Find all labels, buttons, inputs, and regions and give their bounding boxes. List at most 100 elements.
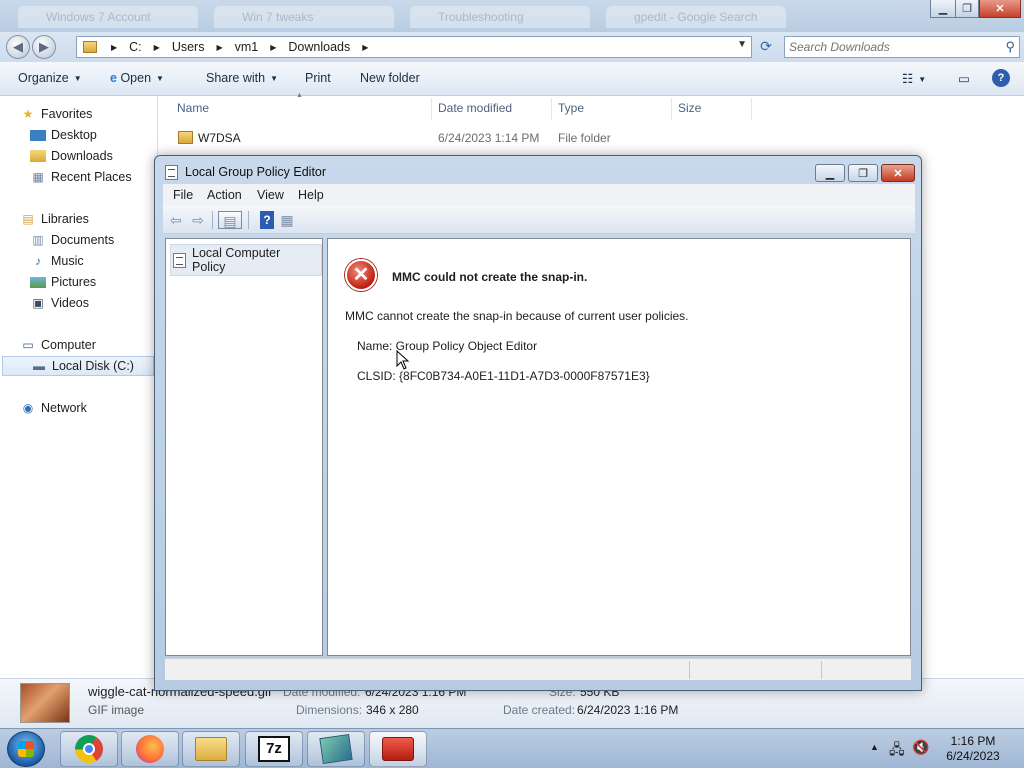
- nav-videos[interactable]: ▣ Videos: [30, 293, 89, 313]
- nav-local-disk[interactable]: ▬ Local Disk (C:): [2, 356, 154, 376]
- taskbar-firefox[interactable]: [121, 731, 179, 767]
- clock-time: 1:16 PM: [950, 734, 996, 748]
- menu-action[interactable]: Action: [207, 188, 242, 202]
- share-with-label: Share with: [206, 71, 266, 85]
- taskbar-toolbox[interactable]: [369, 731, 427, 767]
- column-date-modified[interactable]: Date modified: [438, 101, 512, 115]
- forward-arrow-icon[interactable]: ⇨: [188, 211, 208, 229]
- nav-computer[interactable]: ▭ Computer: [20, 335, 96, 355]
- nav-network[interactable]: ◉ Network: [20, 398, 87, 418]
- mmc-icon: [319, 734, 353, 764]
- minimize-button[interactable]: ▁: [930, 0, 956, 18]
- clock[interactable]: 1:16 PM 6/24/2023: [930, 734, 1016, 764]
- nav-libraries[interactable]: ▤ Libraries: [20, 209, 89, 229]
- help-icon[interactable]: ?: [992, 69, 1010, 87]
- menu-help[interactable]: Help: [298, 188, 324, 202]
- search-icon[interactable]: ⚲: [1005, 39, 1015, 55]
- mmc-maximize-button[interactable]: ❐: [848, 164, 878, 182]
- nav-label: Computer: [41, 338, 96, 352]
- breadcrumb-downloads[interactable]: Downloads: [284, 40, 354, 54]
- error-icon: ✕: [345, 259, 377, 291]
- breadcrumb-vm1[interactable]: vm1: [231, 40, 263, 54]
- navigation-pane: ★ Favorites Desktop Downloads ▦ Recent Pla…: [0, 96, 158, 678]
- column-divider[interactable]: [671, 98, 672, 120]
- share-with-button[interactable]: Share with ▼: [206, 71, 278, 85]
- nav-favorites[interactable]: ★ Favorites: [20, 104, 93, 124]
- mmc-close-button[interactable]: ✕: [881, 164, 915, 182]
- toolbar-divider: [248, 211, 249, 229]
- forward-button[interactable]: ▶: [32, 35, 56, 59]
- volume-muted-icon[interactable]: 🔇: [912, 739, 929, 756]
- search-input[interactable]: [785, 37, 991, 57]
- show-hidden-icons-icon[interactable]: ▲: [870, 742, 879, 752]
- show-hide-console-tree-icon[interactable]: ▤: [218, 211, 242, 229]
- nav-documents[interactable]: ▥ Documents: [30, 230, 114, 250]
- pictures-icon: [30, 276, 46, 288]
- view-options-icon[interactable]: ☷ ▼: [902, 71, 926, 86]
- breadcrumb-arrow-icon[interactable]: ▶: [146, 43, 168, 52]
- breadcrumb-c[interactable]: C:: [125, 40, 146, 54]
- organize-button[interactable]: Organize ▼: [18, 71, 82, 85]
- column-divider[interactable]: [751, 98, 752, 120]
- nav-downloads[interactable]: Downloads: [30, 146, 113, 166]
- new-folder-button[interactable]: New folder: [360, 71, 420, 85]
- start-button[interactable]: [7, 731, 45, 767]
- nav-label: Downloads: [51, 149, 113, 163]
- background-titlebar: Windows 7 Account Win 7 tweaks Troublesh…: [0, 0, 1024, 32]
- folder-icon: [178, 131, 193, 144]
- breadcrumb-arrow-icon[interactable]: ▶: [262, 43, 284, 52]
- help-icon[interactable]: ?: [260, 211, 274, 229]
- firefox-icon: [136, 735, 164, 763]
- window-title: Local Group Policy Editor: [185, 165, 327, 179]
- breadcrumb-arrow-icon[interactable]: ▶: [208, 43, 230, 52]
- nav-desktop[interactable]: Desktop: [30, 125, 97, 145]
- back-button[interactable]: ◀: [6, 35, 30, 59]
- error-message: MMC cannot create the snap-in because of…: [345, 309, 689, 323]
- refresh-icon[interactable]: ⟳: [756, 38, 776, 56]
- close-button[interactable]: ✕: [979, 0, 1021, 18]
- star-icon: ★: [22, 107, 34, 121]
- dropdown-caret-icon: ▼: [270, 74, 278, 83]
- toolbar-divider: [212, 211, 213, 229]
- column-type[interactable]: Type: [558, 101, 584, 115]
- menu-file[interactable]: File: [173, 188, 193, 202]
- nav-pictures[interactable]: Pictures: [30, 272, 96, 292]
- open-button[interactable]: e Open ▼: [110, 71, 164, 85]
- back-arrow-icon: ◀: [13, 39, 23, 54]
- column-name[interactable]: Name: [177, 101, 209, 115]
- computer-icon: ▭: [22, 338, 34, 352]
- back-arrow-icon[interactable]: ⇦: [166, 211, 186, 229]
- tree-item-local-computer-policy[interactable]: Local Computer Policy: [170, 244, 322, 276]
- column-size[interactable]: Size: [678, 101, 701, 115]
- file-row[interactable]: W7DSA 6/24/2023 1:14 PM File folder: [168, 128, 1024, 148]
- network-tray-icon[interactable]: 🖧: [889, 739, 905, 763]
- properties-icon[interactable]: ▦: [277, 211, 297, 229]
- address-dropdown-icon[interactable]: ▼: [737, 39, 747, 50]
- search-box[interactable]: ⚲: [784, 36, 1020, 58]
- taskbar-mmc[interactable]: [307, 731, 365, 767]
- preview-pane-icon[interactable]: ▭: [958, 71, 970, 86]
- explorer-icon: [195, 737, 227, 761]
- videos-icon: ▣: [32, 296, 44, 310]
- breadcrumb-arrow-icon[interactable]: ▶: [354, 43, 376, 52]
- policy-document-icon: [165, 165, 178, 180]
- breadcrumb-users[interactable]: Users: [168, 40, 209, 54]
- file-name: W7DSA: [198, 131, 241, 145]
- menu-view[interactable]: View: [257, 188, 284, 202]
- documents-icon: ▥: [32, 233, 44, 247]
- nav-recent-places[interactable]: ▦ Recent Places: [30, 167, 131, 187]
- address-bar[interactable]: ▶ C: ▶ Users ▶ vm1 ▶ Downloads ▶ ▼: [76, 36, 752, 58]
- column-divider[interactable]: [431, 98, 432, 120]
- taskbar-chrome[interactable]: [60, 731, 118, 767]
- taskbar-7zip[interactable]: 7z: [245, 731, 303, 767]
- maximize-button[interactable]: ❐: [955, 0, 979, 18]
- 7zip-icon: 7z: [258, 736, 290, 762]
- taskbar-explorer[interactable]: [182, 731, 240, 767]
- nav-music[interactable]: ♪ Music: [30, 251, 84, 271]
- ghost-tab-3: Troubleshooting: [410, 6, 590, 28]
- column-divider[interactable]: [551, 98, 552, 120]
- details-dimensions-label: Dimensions:: [296, 703, 363, 717]
- details-date-created: 6/24/2023 1:16 PM: [577, 703, 679, 717]
- mmc-minimize-button[interactable]: ▁: [815, 164, 845, 182]
- print-button[interactable]: Print: [305, 71, 331, 85]
